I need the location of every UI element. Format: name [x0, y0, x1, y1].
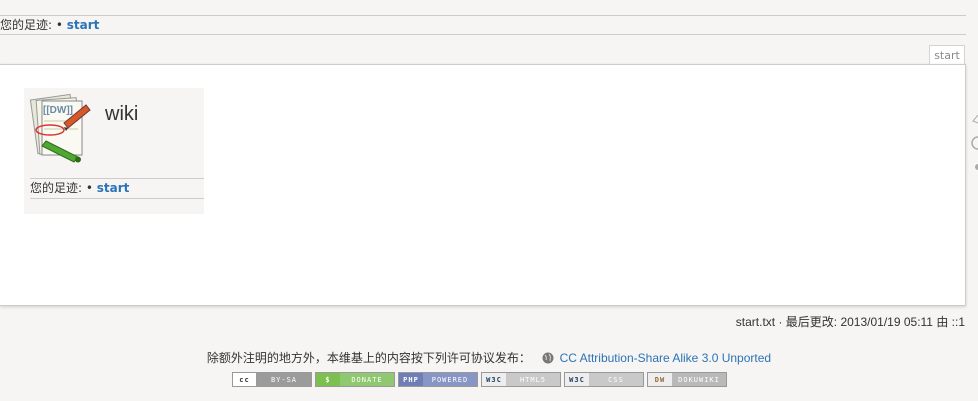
dokuwiki-icon: DW	[648, 373, 672, 386]
w3c-icon: W3C	[565, 373, 589, 386]
breadcrumb-link-start[interactable]: start	[67, 18, 100, 32]
embedded-breadcrumb-link-start[interactable]: start	[97, 181, 130, 195]
globe-icon	[542, 352, 554, 364]
dokuwiki-button[interactable]: DW DOKUWIKI	[647, 372, 727, 387]
wiki-title[interactable]: wiki	[105, 103, 138, 126]
cc-icon: cc	[233, 373, 257, 386]
breadcrumb: 您的足迹: • start	[0, 16, 966, 35]
embedded-header: [[DW]] wiki 您的足迹: • start	[24, 88, 204, 214]
php-powered-button[interactable]: PHP POWERED	[398, 372, 478, 387]
embedded-breadcrumb-label: 您的足迹:	[30, 181, 83, 195]
dollar-icon: $	[316, 373, 340, 386]
dokuwiki-logo-icon[interactable]: [[DW]]	[28, 91, 92, 163]
footer-buttons: cc BY-SA $ DONATE PHP POWERED W3C HTML5 …	[232, 372, 727, 387]
php-icon: PHP	[399, 373, 423, 386]
license-notice: 除额外注明的地方外，本维基上的内容按下列许可协议发布： CC Attributi…	[0, 349, 978, 366]
breadcrumb-label: 您的足迹:	[0, 18, 53, 32]
cc-license-button[interactable]: cc BY-SA	[232, 372, 312, 387]
page-content: [[DW]] wiki 您的足迹: • start	[0, 64, 966, 306]
license-text: 除额外注明的地方外，本维基上的内容按下列许可协议发布：	[206, 351, 531, 365]
w3c-icon: W3C	[482, 373, 506, 386]
html5-valid-button[interactable]: W3C HTML5	[481, 372, 561, 387]
page-tools-icon[interactable]	[970, 115, 978, 175]
document-info: start.txt · 最后更改: 2013/01/19 05:11 由 ::1	[735, 315, 965, 329]
page-id-tab: start	[929, 45, 965, 66]
css-valid-button[interactable]: W3C CSS	[564, 372, 644, 387]
embedded-breadcrumb: 您的足迹: • start	[30, 178, 204, 199]
donate-button[interactable]: $ DONATE	[315, 372, 395, 387]
license-link[interactable]: CC Attribution-Share Alike 3.0 Unported	[560, 351, 771, 365]
logo-text: [[DW]]	[43, 105, 73, 116]
breadcrumb-separator: •	[55, 18, 63, 32]
embedded-breadcrumb-separator: •	[85, 181, 93, 195]
